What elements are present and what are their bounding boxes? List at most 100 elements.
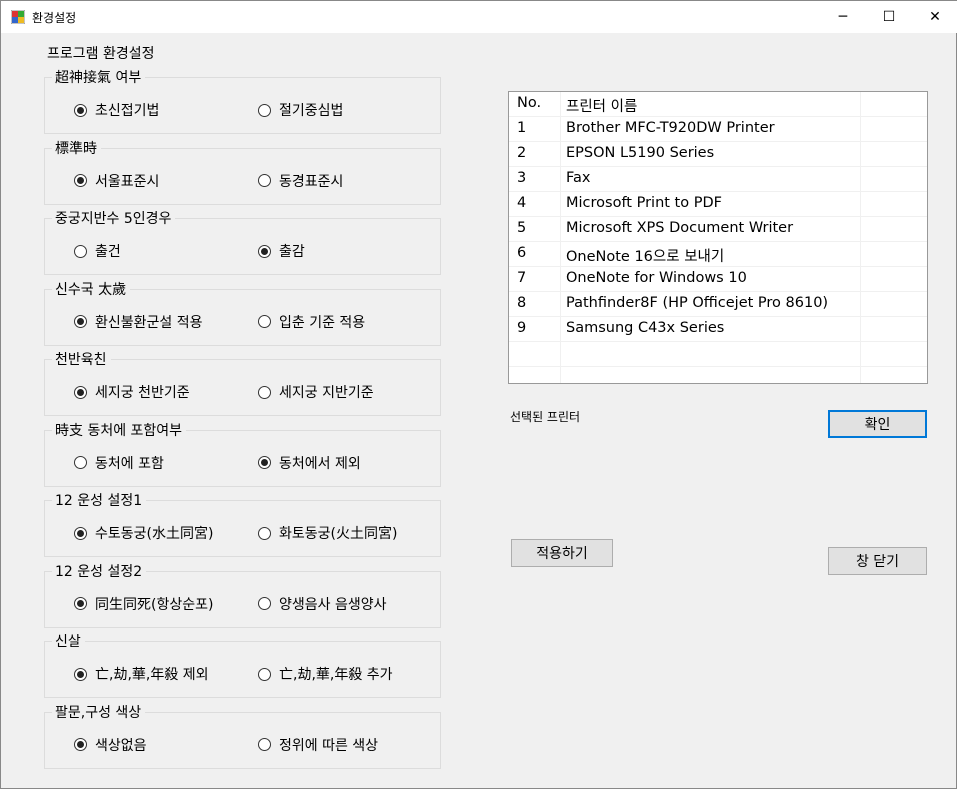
printer-name: OneNote 16으로 보내기 (566, 249, 725, 265)
radio-label: 화토동궁(火土同宮) (279, 526, 398, 542)
radio-option[interactable]: 서울표준시 (74, 171, 159, 191)
radio-option[interactable]: 세지궁 지반기준 (258, 382, 374, 402)
radio-button[interactable] (74, 315, 87, 328)
ok-button[interactable]: 확인 (828, 410, 927, 438)
radio-option[interactable]: 동처에서 제외 (258, 453, 361, 473)
group-legend: 標準時 (52, 137, 101, 158)
radio-label: 정위에 따른 색상 (279, 737, 379, 754)
radio-label: 초신접기법 (95, 103, 160, 119)
radio-button[interactable] (74, 667, 87, 681)
radio-button[interactable] (258, 174, 271, 187)
radio-option[interactable]: 출건 (74, 241, 121, 261)
table-header: No. 프린터 이름 (509, 92, 927, 117)
radio-option[interactable]: 화토동궁(火土同宮) (258, 523, 397, 543)
radio-option[interactable]: 亡,劫,華,年殺 제외 (74, 664, 209, 684)
app-icon (11, 10, 25, 24)
group-legend: 천반육친 (52, 349, 111, 369)
radio-option[interactable]: 亡,劫,華,年殺 추가 (258, 664, 393, 684)
radio-label: 亡,劫,華,年殺 제외 (95, 667, 209, 683)
minimize-button[interactable]: ─ (820, 1, 866, 33)
radio-button[interactable] (74, 244, 87, 258)
radio-option[interactable]: 출감 (258, 241, 305, 261)
settings-group: 천반육친세지궁 천반기준 세지궁 지반기준 (44, 349, 441, 416)
settings-group: 標準時 서울표준시 동경표준시 (44, 137, 441, 205)
column-header-name[interactable]: 프린터 이름 (566, 95, 637, 116)
radio-option[interactable]: 수토동궁(水土同宮) (74, 523, 213, 543)
radio-button[interactable] (258, 456, 271, 469)
page-heading: 프로그램 환경설정 (47, 46, 155, 62)
radio-button[interactable] (258, 315, 271, 328)
radio-label: 입춘 기준 적용 (279, 314, 366, 331)
settings-group: 중궁지반수 5인경우출건 출감 (44, 208, 441, 275)
radio-button[interactable] (258, 103, 271, 117)
printer-name: Brother MFC-T920DW Printer (566, 120, 775, 136)
radio-option[interactable]: 절기중심법 (258, 100, 343, 120)
radio-option[interactable]: 색상없음 (74, 735, 147, 755)
column-header-no[interactable]: No. (517, 95, 541, 111)
radio-button[interactable] (258, 597, 271, 610)
radio-button[interactable] (74, 526, 87, 540)
radio-button[interactable] (258, 385, 271, 399)
table-row[interactable]: 7 OneNote for Windows 10 (509, 267, 927, 292)
radio-option[interactable]: 초신접기법 (74, 100, 159, 120)
table-row[interactable]: 3 Fax (509, 167, 927, 192)
table-row[interactable]: 9 Samsung C43x Series (509, 317, 927, 342)
group-legend: 신살 (52, 631, 85, 651)
radio-option[interactable]: 同生同死(항상순포) (74, 594, 213, 614)
radio-label: 동처에 포함 (95, 455, 164, 472)
settings-group: 신살 亡,劫,華,年殺 제외 亡,劫,華,年殺 추가 (44, 631, 441, 698)
radio-button[interactable] (74, 385, 87, 399)
group-legend: 12 운성 설정1 (52, 490, 147, 510)
printer-name: Fax (566, 170, 591, 186)
radio-option[interactable]: 입춘 기준 적용 (258, 312, 365, 332)
group-legend: 時支 동처에 포함여부 (52, 419, 187, 440)
close-button[interactable]: ✕ (912, 1, 957, 33)
radio-option[interactable]: 동경표준시 (258, 171, 343, 191)
radio-button[interactable] (74, 174, 87, 187)
maximize-button[interactable]: ☐ (866, 1, 912, 33)
close-window-button[interactable]: 창 닫기 (828, 547, 927, 575)
table-row[interactable]: 8 Pathfinder8F (HP Officejet Pro 8610) (509, 292, 927, 317)
radio-option[interactable]: 동처에 포함 (74, 453, 164, 473)
radio-label: 양생음사 음생양사 (279, 596, 387, 613)
printer-number: 4 (517, 195, 527, 211)
radio-label: 동경표준시 (279, 173, 344, 190)
printer-number: 6 (517, 245, 527, 261)
table-row[interactable] (509, 367, 927, 383)
radio-button[interactable] (74, 738, 87, 751)
table-row[interactable]: 4 Microsoft Print to PDF (509, 192, 927, 217)
radio-label: 동처에서 제외 (279, 455, 361, 472)
group-legend: 중궁지반수 5인경우 (52, 208, 176, 228)
printer-name: Pathfinder8F (HP Officejet Pro 8610) (566, 295, 829, 311)
radio-button[interactable] (74, 103, 87, 117)
radio-button[interactable] (258, 244, 271, 258)
group-legend: 12 운성 설정2 (52, 560, 147, 581)
radio-label: 수토동궁(水土同宮) (95, 526, 214, 542)
apply-button[interactable]: 적용하기 (511, 539, 613, 567)
radio-label: 同生同死(항상순포) (95, 596, 214, 613)
table-row[interactable]: 6 OneNote 16으로 보내기 (509, 242, 927, 267)
table-row[interactable]: 5 Microsoft XPS Document Writer (509, 217, 927, 242)
radio-button[interactable] (74, 456, 87, 469)
radio-button[interactable] (258, 738, 271, 751)
radio-option[interactable]: 환신불환군설 적용 (74, 312, 203, 332)
printer-name: Samsung C43x Series (566, 320, 725, 336)
printer-number: 1 (517, 120, 527, 136)
table-row[interactable] (509, 342, 927, 367)
table-row[interactable]: 1 Brother MFC-T920DW Printer (509, 117, 927, 142)
radio-option[interactable]: 세지궁 천반기준 (74, 382, 190, 402)
radio-button[interactable] (74, 597, 87, 610)
radio-button[interactable] (258, 526, 271, 540)
radio-label: 출건 (95, 244, 121, 260)
radio-option[interactable]: 정위에 따른 색상 (258, 735, 378, 755)
printer-list[interactable]: No. 프린터 이름 1 Brother MFC-T920DW Printer 2 E… (508, 91, 928, 384)
radio-option[interactable]: 양생음사 음생양사 (258, 594, 387, 614)
title-bar: 환경설정 ─ ☐ ✕ (1, 1, 957, 33)
radio-button[interactable] (258, 667, 271, 681)
printer-name: EPSON L5190 Series (566, 145, 715, 161)
printer-number: 9 (517, 320, 527, 336)
selected-printer-label: 선택된 프린터 (510, 410, 581, 424)
radio-label: 절기중심법 (279, 103, 344, 119)
radio-label: 亡,劫,華,年殺 추가 (279, 667, 393, 683)
table-row[interactable]: 2 EPSON L5190 Series (509, 142, 927, 167)
